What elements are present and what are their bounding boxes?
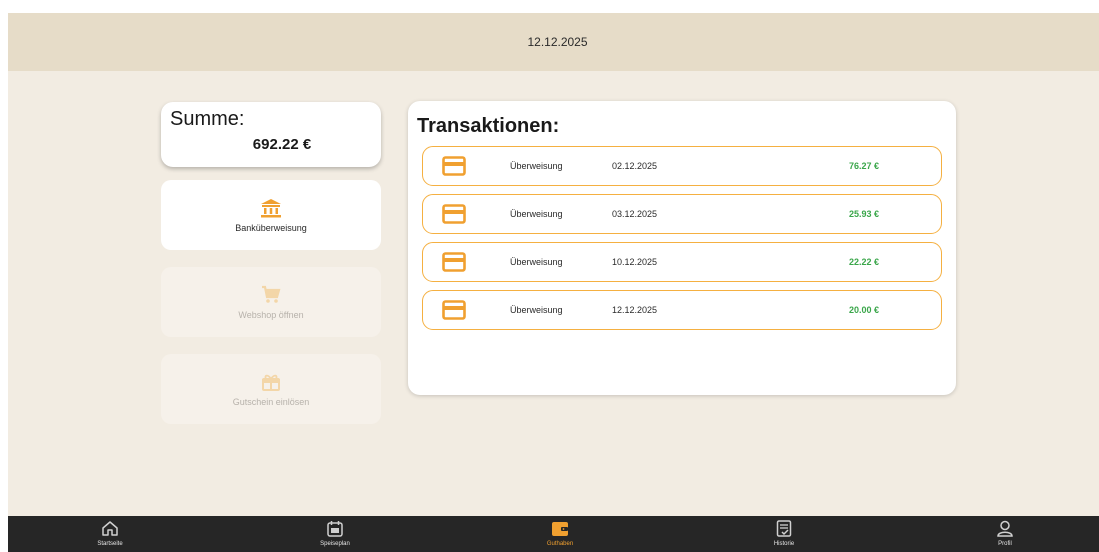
- transaction-date: 03.12.2025: [612, 209, 658, 219]
- history-icon: [776, 520, 792, 537]
- open-webshop-button[interactable]: Webshop öffnen: [161, 267, 381, 337]
- bank-transfer-button[interactable]: Banküberweisung: [161, 180, 381, 250]
- home-icon: [102, 521, 118, 536]
- nav-label-historie: Historie: [773, 541, 795, 547]
- redeem-voucher-button[interactable]: Gutschein einlösen: [161, 354, 381, 424]
- nav-item-historie[interactable]: Historie: [739, 516, 829, 552]
- redeem-voucher-label: Gutschein einlösen: [232, 396, 310, 407]
- nav-item-speiseplan[interactable]: Speiseplan: [290, 516, 380, 552]
- transaction-row[interactable]: Überweisung 10.12.2025 22.22 €: [422, 242, 942, 282]
- credit-card-icon: [442, 156, 466, 176]
- nav-label-startseite: Startseite: [97, 541, 123, 547]
- calendar-icon: [327, 521, 343, 537]
- transaction-row[interactable]: Überweisung 12.12.2025 20.00 €: [422, 290, 942, 330]
- wallet-icon: [552, 522, 568, 536]
- nav-label-speiseplan: Speiseplan: [320, 541, 350, 547]
- balance-label: Summe:: [170, 108, 245, 130]
- bank-icon: [261, 198, 281, 217]
- app-frame: 12.12.2025 Summe: 692.22 € Banküberweisu…: [8, 13, 1099, 552]
- balance-summary-card: Summe: 692.22 €: [161, 102, 381, 167]
- transaction-date: 10.12.2025: [612, 257, 658, 267]
- transaction-row[interactable]: Überweisung 03.12.2025 25.93 €: [422, 194, 942, 234]
- nav-item-profil[interactable]: Profil: [960, 516, 1050, 552]
- nav-item-startseite[interactable]: Startseite: [65, 516, 155, 552]
- nav-item-guthaben[interactable]: Guthaben: [515, 516, 605, 552]
- transaction-type: Überweisung: [510, 161, 563, 171]
- transaction-date: 12.12.2025: [612, 305, 658, 315]
- bottom-navigation: Startseite Speiseplan Guthaben Historie …: [8, 516, 1099, 552]
- credit-card-icon: [442, 300, 466, 320]
- nav-label-profil: Profil: [998, 541, 1012, 547]
- profile-icon: [997, 520, 1013, 537]
- transaction-amount: 76.27 €: [849, 161, 880, 171]
- transaction-date: 02.12.2025: [612, 161, 658, 171]
- transactions-panel: Transaktionen: Überweisung 02.12.2025 76…: [408, 101, 956, 395]
- transaction-type: Überweisung: [510, 257, 563, 267]
- transaction-row[interactable]: Überweisung 02.12.2025 76.27 €: [422, 146, 942, 186]
- header-date: 12.12.2025: [527, 35, 588, 49]
- transaction-type: Überweisung: [510, 305, 563, 315]
- bank-transfer-label: Banküberweisung: [235, 222, 307, 233]
- transactions-title: Transaktionen:: [417, 115, 560, 137]
- credit-card-icon: [442, 204, 466, 224]
- open-webshop-label: Webshop öffnen: [238, 309, 304, 320]
- transaction-amount: 22.22 €: [849, 257, 880, 267]
- transaction-amount: 20.00 €: [849, 305, 880, 315]
- gift-icon: [262, 374, 280, 391]
- transactions-list: Überweisung 02.12.2025 76.27 € Überweisu…: [422, 146, 942, 338]
- nav-label-guthaben: Guthaben: [546, 541, 574, 547]
- header-bar: 12.12.2025: [8, 13, 1099, 71]
- cart-icon: [262, 285, 281, 303]
- credit-card-icon: [442, 252, 466, 272]
- transaction-type: Überweisung: [510, 209, 563, 219]
- balance-value: 692.22 €: [252, 136, 312, 153]
- transaction-amount: 25.93 €: [849, 209, 880, 219]
